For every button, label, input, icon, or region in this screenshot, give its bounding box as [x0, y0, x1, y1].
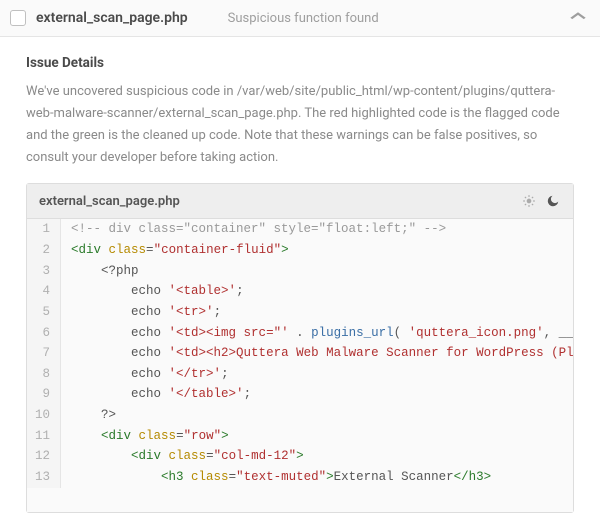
line-number: 13	[27, 467, 61, 488]
line-number: 2	[27, 240, 61, 261]
line-code: ?>	[61, 405, 573, 426]
code-line: 9 echo '</table>';	[27, 384, 573, 405]
issue-details-section: Issue Details We've uncovered suspicious…	[0, 37, 600, 183]
code-line: 10 ?>	[27, 405, 573, 426]
code-header: external_scan_page.php	[27, 184, 573, 219]
line-number: 6	[27, 323, 61, 344]
code-line: 8 echo '</tr>';	[27, 364, 573, 385]
line-code: echo '<td><img src="' . plugins_url( 'qu…	[61, 323, 573, 344]
line-number: 5	[27, 302, 61, 323]
line-number: 9	[27, 384, 61, 405]
code-line: 3 <?php	[27, 261, 573, 282]
header-filename: external_scan_page.php	[36, 10, 188, 26]
line-code: <div class="container-fluid">	[61, 240, 573, 261]
details-heading: Issue Details	[26, 55, 574, 71]
issue-header[interactable]: external_scan_page.php Suspicious functi…	[0, 0, 600, 37]
line-number: 4	[27, 281, 61, 302]
line-code: <h3 class="text-muted">External Scanner<…	[61, 467, 573, 488]
line-code: echo '<tr>';	[61, 302, 573, 323]
code-line: 13 <h3 class="text-muted">External Scann…	[27, 467, 573, 488]
line-number: 8	[27, 364, 61, 385]
code-line: 7 echo '<td><h2>Quttera Web Malware Scan…	[27, 343, 573, 364]
code-scroll-area[interactable]: 1<!-- div class="container" style="float…	[27, 219, 573, 512]
code-filename: external_scan_page.php	[39, 194, 513, 209]
line-number: 1	[27, 219, 61, 240]
line-code: <!-- div class="container" style="float:…	[61, 219, 573, 240]
line-number: 11	[27, 426, 61, 447]
line-code: echo '</tr>';	[61, 364, 573, 385]
details-body-text: We've uncovered suspicious code in /var/…	[26, 81, 574, 169]
code-line: 5 echo '<tr>';	[27, 302, 573, 323]
code-line: 4 echo '<table>';	[27, 281, 573, 302]
header-status: Suspicious function found	[228, 11, 562, 26]
code-line: 1<!-- div class="container" style="float…	[27, 219, 573, 240]
collapse-chevron-icon[interactable]	[570, 10, 587, 26]
light-theme-icon[interactable]	[521, 193, 537, 209]
line-code: echo '</table>';	[61, 384, 573, 405]
code-line: 11 <div class="row">	[27, 426, 573, 447]
dark-theme-icon[interactable]	[545, 193, 561, 209]
code-line: 2<div class="container-fluid">	[27, 240, 573, 261]
code-viewer: external_scan_page.php 1<!-- div class="…	[26, 183, 574, 513]
line-number: 3	[27, 261, 61, 282]
line-code: <div class="row">	[61, 426, 573, 447]
line-number: 7	[27, 343, 61, 364]
line-number: 10	[27, 405, 61, 426]
line-code: <div class="col-md-12">	[61, 446, 573, 467]
line-number: 12	[27, 446, 61, 467]
code-line: 6 echo '<td><img src="' . plugins_url( '…	[27, 323, 573, 344]
code-table: 1<!-- div class="container" style="float…	[27, 219, 573, 487]
line-code: echo '<table>';	[61, 281, 573, 302]
select-checkbox[interactable]	[10, 10, 26, 26]
line-code: echo '<td><h2>Quttera Web Malware Scanne…	[61, 343, 573, 364]
code-line: 12 <div class="col-md-12">	[27, 446, 573, 467]
line-code: <?php	[61, 261, 573, 282]
